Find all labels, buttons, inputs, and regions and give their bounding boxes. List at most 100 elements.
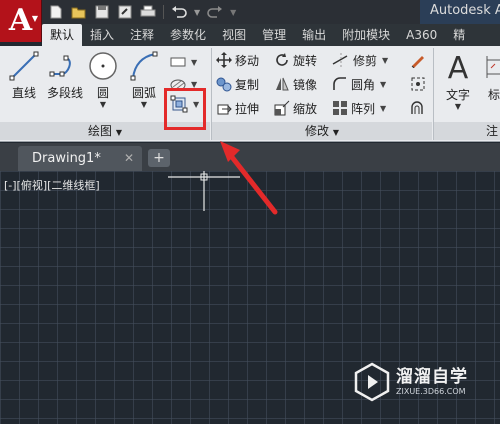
save-as-icon[interactable] <box>117 4 133 20</box>
play-logo-icon <box>354 362 390 402</box>
save-icon[interactable] <box>94 4 110 20</box>
chevron-down-icon[interactable]: ▼ <box>88 101 118 109</box>
tab-annotate[interactable]: 注释 <box>122 24 162 46</box>
print-icon[interactable] <box>140 4 156 20</box>
open-folder-icon[interactable] <box>71 4 87 20</box>
rotate-label: 旋转 <box>293 53 318 68</box>
dimension-icon <box>486 56 500 78</box>
stretch-label: 拉伸 <box>235 101 260 116</box>
modify-panel-title: 修改 <box>305 124 330 138</box>
quick-access-toolbar: ▼ ▼ <box>48 2 236 22</box>
close-icon[interactable]: ✕ <box>122 146 136 171</box>
array-icon <box>333 101 347 115</box>
scale-icon <box>274 100 290 116</box>
trim-button[interactable]: 修剪 ▼ <box>332 50 388 70</box>
chevron-down-icon[interactable]: ▼ <box>191 58 197 67</box>
annotation-panel-footer[interactable]: 注 <box>434 122 500 140</box>
watermark-title: 溜溜自学 <box>396 367 468 387</box>
window-title: Autodesk A <box>430 3 500 18</box>
stretch-button[interactable]: 拉伸 <box>216 98 259 118</box>
application-menu-button[interactable]: A ▼ <box>0 0 42 42</box>
dimension-button[interactable]: 标 <box>482 50 500 103</box>
tab-output[interactable]: 输出 <box>294 24 334 46</box>
offset-icon <box>411 101 423 114</box>
chevron-down-icon[interactable]: ▼ <box>128 101 160 109</box>
draw-panel-title: 绘图 <box>88 124 113 138</box>
arc-icon <box>130 51 158 81</box>
arc-label: 圆弧 <box>131 86 156 100</box>
move-button[interactable]: 移动 <box>216 50 259 70</box>
svg-text:A: A <box>448 51 469 84</box>
chevron-down-icon[interactable]: ▼ <box>382 56 388 65</box>
undo-icon[interactable] <box>171 4 187 20</box>
line-icon <box>9 51 39 81</box>
array-label: 阵列 <box>351 101 376 116</box>
text-icon: A <box>448 51 469 84</box>
chevron-down-icon: ▼ <box>332 128 339 137</box>
arc-button[interactable]: 圆弧 ▼ <box>128 50 160 109</box>
copy-icon <box>216 77 232 92</box>
copy-button[interactable]: 复制 <box>216 74 259 94</box>
trim-icon <box>332 53 348 67</box>
rotate-button[interactable]: 旋转 <box>274 50 317 70</box>
dimension-label: 标 <box>487 88 500 102</box>
ribbon: 直线 多段线 圆 ▼ 圆弧 ▼ ▼ ▼ ▼ 移动 复制 拉伸 旋转 镜像 缩放 … <box>0 46 500 142</box>
polyline-label: 多段线 <box>46 86 83 100</box>
mirror-button[interactable]: 镜像 <box>274 74 317 94</box>
highlight-box <box>164 88 206 130</box>
explode-button[interactable] <box>410 74 426 94</box>
stretch-icon <box>217 104 232 115</box>
tab-a360[interactable]: A360 <box>398 24 445 46</box>
offset-button[interactable] <box>410 98 426 118</box>
tab-home[interactable]: 默认 <box>42 24 83 46</box>
drawing-tab-label: Drawing1* <box>32 151 101 166</box>
line-label: 直线 <box>11 86 36 100</box>
array-button[interactable]: 阵列 ▼ <box>332 98 386 118</box>
chevron-down-icon[interactable]: ▼ <box>380 80 386 89</box>
tab-parametric[interactable]: 参数化 <box>162 24 214 46</box>
redo-icon[interactable] <box>207 4 223 20</box>
new-tab-button[interactable]: + <box>148 149 170 167</box>
mirror-icon <box>276 77 289 91</box>
erase-icon <box>411 56 424 68</box>
chevron-down-icon[interactable]: ▼ <box>380 104 386 113</box>
tab-featured[interactable]: 精 <box>445 24 473 46</box>
move-label: 移动 <box>235 53 260 68</box>
circle-button[interactable]: 圆 ▼ <box>88 50 118 109</box>
circle-icon <box>89 52 117 80</box>
scale-button[interactable]: 缩放 <box>274 98 317 118</box>
copy-label: 复制 <box>235 77 260 92</box>
redo-dropdown-icon[interactable]: ▼ <box>230 8 236 17</box>
chevron-down-icon[interactable]: ▼ <box>440 103 476 111</box>
new-file-icon[interactable] <box>48 4 64 20</box>
line-button[interactable]: 直线 <box>6 50 42 101</box>
undo-dropdown-icon[interactable]: ▼ <box>194 8 200 17</box>
circle-label: 圆 <box>96 86 109 100</box>
fillet-icon <box>333 77 346 90</box>
watermark-url: ZIXUE.3D66.COM <box>396 387 466 396</box>
title-bar: ▼ ▼ Autodesk A <box>0 0 500 24</box>
rotate-icon <box>276 53 288 66</box>
chevron-down-icon: ▼ <box>31 14 38 23</box>
polyline-button[interactable]: 多段线 <box>44 50 86 101</box>
toolbar-divider <box>163 5 164 19</box>
fillet-button[interactable]: 圆角 ▼ <box>332 74 386 94</box>
watermark: 溜溜自学 ZIXUE.3D66.COM <box>354 358 494 410</box>
move-icon <box>216 52 232 68</box>
erase-button[interactable] <box>410 50 426 70</box>
tab-addins[interactable]: 附加模块 <box>334 24 398 46</box>
polyline-icon <box>49 55 71 77</box>
rectangle-tool[interactable]: ▼ <box>170 52 197 72</box>
tab-insert[interactable]: 插入 <box>82 24 122 46</box>
tab-manage[interactable]: 管理 <box>254 24 294 46</box>
fillet-label: 圆角 <box>351 77 376 92</box>
text-button[interactable]: A 文字 ▼ <box>440 50 476 111</box>
trim-label: 修剪 <box>353 53 378 68</box>
annotation-panel-title: 注 <box>485 124 498 138</box>
modify-panel-footer[interactable]: 修改 ▼ <box>212 122 432 140</box>
tab-view[interactable]: 视图 <box>214 24 254 46</box>
ribbon-tab-bar: 默认 插入 注释 参数化 视图 管理 输出 附加模块 A360 精 <box>42 24 500 46</box>
file-tab-bar: Drawing1* ✕ + <box>0 143 500 171</box>
rectangle-icon <box>170 57 186 67</box>
autocad-logo-icon: A <box>8 3 33 38</box>
